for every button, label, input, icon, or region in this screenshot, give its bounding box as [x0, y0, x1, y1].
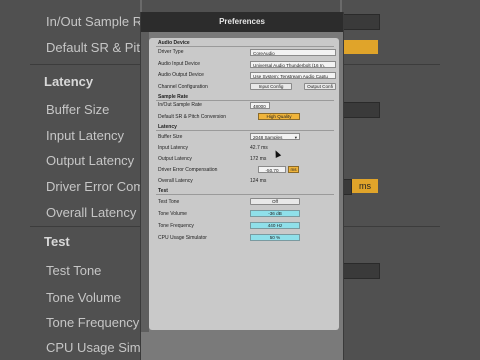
- dialog-title: Preferences: [141, 12, 343, 32]
- audio-preferences-panel: Audio Device Driver Type CoreAudio Audio…: [149, 38, 339, 330]
- bg-label-driver-error: Driver Error Com: [46, 179, 145, 194]
- bg-field: [342, 102, 380, 118]
- audio-output-device-dropdown[interactable]: Use System: Tenstream Audio Captu: [250, 72, 336, 79]
- tone-volume-label: Tone Volume: [158, 211, 187, 217]
- bg-label-cpu-usage: CPU Usage Simu: [46, 340, 148, 355]
- driver-error-ms-button[interactable]: ms: [288, 166, 299, 173]
- channel-configuration-label: Channel Configuration: [158, 84, 208, 90]
- default-sr-pitch-label: Default SR & Pitch Conversion: [158, 114, 227, 120]
- input-latency-label: Input Latency: [158, 145, 189, 151]
- bg-field: [342, 14, 380, 30]
- bg-label-default-sr: Default SR & Pit: [46, 40, 140, 55]
- sample-rate-dropdown[interactable]: 48000: [250, 102, 270, 109]
- output-latency-value: 172 ms: [250, 156, 267, 162]
- test-tone-toggle[interactable]: Off: [250, 198, 300, 205]
- separator: [156, 130, 334, 131]
- tone-frequency-label: Tone Frequency: [158, 223, 194, 229]
- tone-volume-slider[interactable]: -36 dB: [250, 210, 300, 217]
- bg-label-sample-rate: In/Out Sample R: [46, 14, 143, 29]
- bg-label-tone-frequency: Tone Frequency: [46, 315, 140, 330]
- input-config-button[interactable]: Input Config: [250, 83, 292, 90]
- bg-ms-button: ms: [352, 179, 378, 193]
- output-config-button[interactable]: Output Confi: [304, 83, 336, 90]
- bg-field: [342, 263, 380, 279]
- preferences-dialog: Preferences Audio Device Driver Type Cor…: [140, 12, 344, 360]
- output-latency-label: Output Latency: [158, 156, 192, 162]
- sample-rate-label: In/Out Sample Rate: [158, 102, 202, 108]
- separator: [156, 194, 334, 195]
- chevron-down-icon: ▾: [294, 135, 297, 140]
- audio-input-device-dropdown[interactable]: Universal Audio Thunderbolt (16 In,: [250, 61, 336, 68]
- bg-label-output-latency: Output Latency: [46, 153, 135, 168]
- bg-yellow-button: [342, 40, 378, 54]
- driver-type-dropdown[interactable]: CoreAudio: [250, 49, 336, 56]
- overall-latency-label: Overall Latency: [158, 178, 193, 184]
- bg-label-buffer-size: Buffer Size: [46, 102, 110, 117]
- buffer-size-value: 2048 Samples: [253, 135, 283, 140]
- bg-section-latency: Latency: [44, 74, 94, 89]
- test-tone-label: Test Tone: [158, 199, 180, 205]
- cpu-usage-simulator-label: CPU Usage Simulator: [158, 235, 207, 241]
- driver-error-comp-label: Driver Error Compensation: [158, 167, 218, 173]
- bg-section-test: Test: [44, 234, 70, 249]
- audio-output-device-label: Audio Output Device: [158, 72, 204, 78]
- buffer-size-label: Buffer Size: [158, 134, 183, 140]
- separator: [156, 46, 334, 47]
- high-quality-toggle[interactable]: High Quality: [258, 113, 300, 120]
- dialog-sidebar: [141, 32, 149, 332]
- driver-error-comp-field[interactable]: -50.70: [258, 166, 286, 173]
- buffer-size-dropdown[interactable]: 2048 Samples ▾: [250, 133, 300, 140]
- bg-label-tone-volume: Tone Volume: [46, 290, 122, 305]
- driver-type-label: Driver Type: [158, 49, 184, 55]
- input-latency-value: 42.7 ms: [250, 145, 268, 151]
- bg-label-input-latency: Input Latency: [46, 128, 125, 143]
- audio-input-device-label: Audio Input Device: [158, 61, 200, 67]
- overall-latency-value: 124 ms: [250, 178, 267, 184]
- tone-frequency-slider[interactable]: 440 Hz: [250, 222, 300, 229]
- separator: [156, 100, 334, 101]
- bg-label-overall-latency: Overall Latency: [46, 205, 137, 220]
- bg-label-test-tone: Test Tone: [46, 263, 102, 278]
- cpu-usage-simulator-slider[interactable]: 50 %: [250, 234, 300, 241]
